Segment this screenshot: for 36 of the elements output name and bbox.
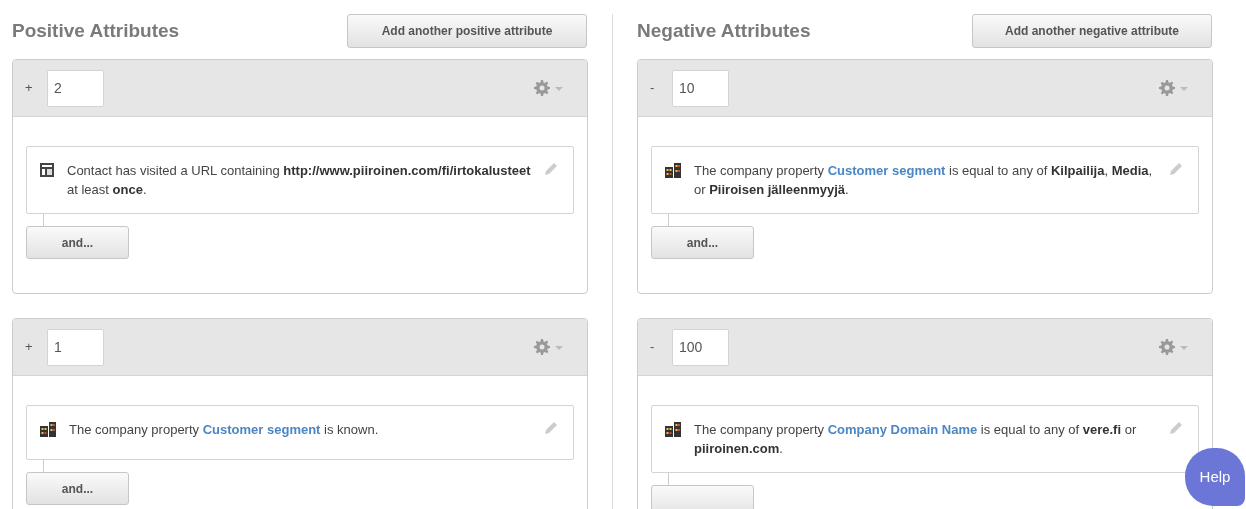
settings-icon[interactable] xyxy=(533,338,565,356)
edit-icon[interactable] xyxy=(1168,161,1184,177)
score-field[interactable]: 2 xyxy=(47,69,104,107)
condition-text: The company property Customer segment is equal to any of Kilpailija, Media, or Piiroisen jälleenmyyjä. xyxy=(694,162,1154,199)
buildings-icon xyxy=(664,162,682,178)
and-button[interactable]: and... xyxy=(26,472,129,505)
sign-label: + xyxy=(25,79,34,98)
sign-label: - xyxy=(650,338,656,357)
help-button[interactable]: Help xyxy=(1185,448,1245,506)
edit-icon[interactable] xyxy=(1168,420,1184,436)
section-title: Negative Attributes xyxy=(637,18,811,43)
and-button[interactable]: and... xyxy=(26,226,129,259)
and-button[interactable] xyxy=(651,485,754,509)
edit-icon[interactable] xyxy=(543,420,559,436)
add-attribute-button[interactable]: Add another negative attribute xyxy=(972,14,1212,48)
edit-icon[interactable] xyxy=(543,161,559,177)
settings-icon[interactable] xyxy=(533,79,565,97)
settings-icon[interactable] xyxy=(1158,79,1190,97)
sign-label: - xyxy=(650,79,656,98)
condition-text: Contact has visited a URL containing http://www.piiroinen.com/fi/irtokalusteet at least once. xyxy=(67,162,531,199)
sign-label: + xyxy=(25,338,34,357)
property-link[interactable]: Customer segment xyxy=(202,422,321,437)
buildings-icon xyxy=(39,421,57,437)
page-icon xyxy=(39,162,55,178)
condition-text: The company property Customer segment is known. xyxy=(69,421,380,439)
property-link[interactable]: Company Domain Name xyxy=(827,422,978,437)
add-attribute-button[interactable]: Add another positive attribute xyxy=(347,14,587,48)
section-title: Positive Attributes xyxy=(12,18,180,43)
buildings-icon xyxy=(664,421,682,437)
condition-text: The company property Company Domain Name is equal to any of vere.fi or piiroinen.com. xyxy=(694,421,1138,458)
property-link[interactable]: Customer segment xyxy=(827,163,946,178)
score-field[interactable]: 1 xyxy=(47,328,104,366)
score-field[interactable]: 10 xyxy=(672,69,729,107)
and-button[interactable]: and... xyxy=(651,226,754,259)
score-field[interactable]: 100 xyxy=(672,328,729,366)
settings-icon[interactable] xyxy=(1158,338,1190,356)
